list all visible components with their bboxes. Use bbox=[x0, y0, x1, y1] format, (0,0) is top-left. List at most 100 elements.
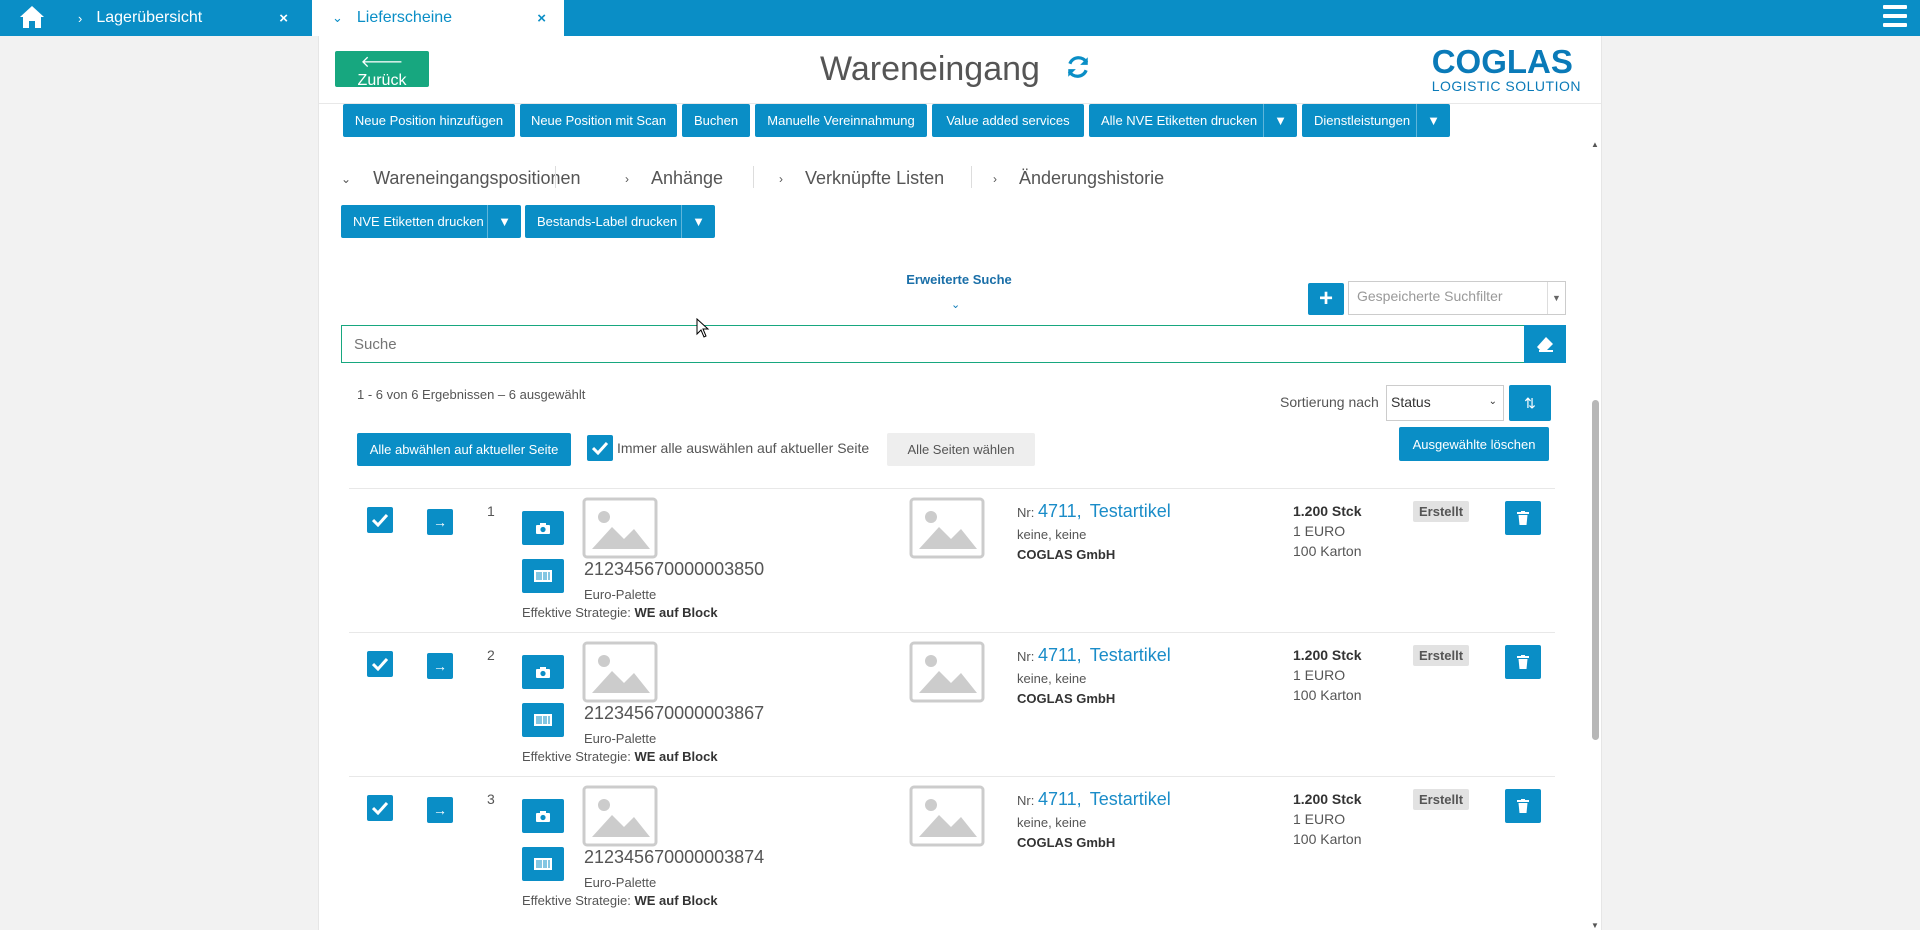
always-select-label: Immer alle auswählen auf aktueller Seite bbox=[617, 440, 870, 456]
scroll-up-icon[interactable]: ▲ bbox=[1591, 140, 1599, 149]
list-item: → 2 212345670000003867 Euro-Palette Effe… bbox=[349, 632, 1555, 776]
barcode-icon[interactable] bbox=[522, 703, 564, 737]
nve-number: 212345670000003850 bbox=[584, 559, 765, 579]
company-name: COGLAS GmbH bbox=[1017, 835, 1116, 850]
arrow-right-icon[interactable]: → bbox=[427, 509, 453, 535]
advanced-search-toggle[interactable]: Erweiterte Suche bbox=[759, 272, 1159, 287]
services-button[interactable]: Dienstleistungen ▼ bbox=[1302, 104, 1450, 137]
print-nve-labels-button[interactable]: NVE Etiketten drucken ▼ bbox=[341, 205, 521, 238]
row-checkbox[interactable] bbox=[367, 795, 393, 821]
strategy: Effektive Strategie: WE auf Block bbox=[522, 749, 718, 764]
print-all-nve-button[interactable]: Alle NVE Etiketten drucken ▼ bbox=[1089, 104, 1297, 137]
saved-filter-select[interactable]: Gespeicherte Suchfilter ▼ bbox=[1348, 281, 1566, 315]
status-badge: Erstellt bbox=[1413, 501, 1470, 522]
row-checkbox[interactable] bbox=[367, 651, 393, 677]
camera-icon[interactable] bbox=[522, 655, 564, 689]
trash-icon[interactable] bbox=[1505, 501, 1541, 535]
tab-label: Lieferscheine bbox=[356, 9, 453, 26]
print-stock-label-button[interactable]: Bestands-Label drucken ▼ bbox=[525, 205, 715, 238]
deselect-all-button[interactable]: Alle abwählen auf aktueller Seite bbox=[357, 433, 571, 466]
always-select-checkbox[interactable] bbox=[587, 435, 613, 461]
tab-verknuepfte-listen[interactable]: › Verknüpfte Listen bbox=[779, 168, 944, 189]
company-logo: COGLAS LOGISTIC SOLUTION bbox=[1431, 43, 1581, 94]
quantity-info: 1.200 Stck 1 EURO 100 Karton bbox=[1293, 647, 1362, 703]
row-checkbox[interactable] bbox=[367, 507, 393, 533]
caret-down-icon: ▼ bbox=[1547, 282, 1565, 314]
trash-icon[interactable] bbox=[1505, 789, 1541, 823]
search-input[interactable] bbox=[341, 325, 1525, 363]
scroll-down-icon[interactable]: ▼ bbox=[1591, 921, 1599, 930]
arrow-right-icon[interactable]: → bbox=[427, 797, 453, 823]
tab-lieferscheine[interactable]: ⌄ Lieferscheine × bbox=[312, 0, 564, 36]
camera-icon[interactable] bbox=[522, 799, 564, 833]
article-description: keine, keine bbox=[1017, 815, 1087, 830]
image-placeholder-icon[interactable] bbox=[582, 641, 658, 708]
chevron-down-icon[interactable]: ⌄ bbox=[951, 298, 960, 311]
chevron-right-icon: › bbox=[779, 171, 783, 186]
company-name: COGLAS GmbH bbox=[1017, 691, 1116, 706]
pallet-type: Euro-Palette bbox=[584, 875, 657, 890]
status-badge: Erstellt bbox=[1413, 645, 1470, 666]
list-item: → 3 212345670000003874 Euro-Palette Effe… bbox=[349, 776, 1555, 920]
image-placeholder-icon[interactable] bbox=[582, 497, 658, 564]
sort-direction-icon[interactable]: ⇅ bbox=[1509, 385, 1551, 421]
delete-selected-button[interactable]: Ausgewählte löschen bbox=[1399, 427, 1549, 461]
barcode-icon[interactable] bbox=[522, 559, 564, 593]
arrow-right-icon[interactable]: → bbox=[427, 653, 453, 679]
strategy: Effektive Strategie: WE auf Block bbox=[522, 893, 718, 908]
results-summary: 1 - 6 von 6 Ergebnissen – 6 ausgewählt bbox=[357, 387, 586, 402]
barcode-icon[interactable] bbox=[522, 847, 564, 881]
tab-anhaenge[interactable]: › Anhänge bbox=[625, 168, 723, 189]
image-placeholder-icon[interactable] bbox=[909, 785, 985, 852]
sort-select[interactable]: Status ⌄ bbox=[1386, 385, 1504, 421]
divider bbox=[971, 166, 972, 188]
home-icon[interactable] bbox=[14, 2, 50, 32]
divider bbox=[753, 166, 754, 188]
tab-wareneingangspositionen[interactable]: ⌄ Wareneingangspositionen bbox=[341, 168, 581, 189]
chevron-right-icon: › bbox=[993, 171, 997, 186]
camera-icon[interactable] bbox=[522, 511, 564, 545]
page-header: 🡐 Zurück Wareneingang COGLAS LOGISTIC SO… bbox=[319, 36, 1601, 104]
quantity-info: 1.200 Stck 1 EURO 100 Karton bbox=[1293, 791, 1362, 847]
positions-list: → 1 212345670000003850 Euro-Palette Effe… bbox=[349, 488, 1555, 920]
tab-aenderungshistorie[interactable]: › Änderungshistorie bbox=[993, 168, 1164, 189]
book-button[interactable]: Buchen bbox=[682, 104, 750, 137]
add-filter-button[interactable]: + bbox=[1308, 283, 1344, 315]
tab-lageruebersicht[interactable]: › Lagerübersicht × bbox=[56, 0, 306, 36]
list-item: → 1 212345670000003850 Euro-Palette Effe… bbox=[349, 488, 1555, 632]
company-name: COGLAS GmbH bbox=[1017, 547, 1116, 562]
close-icon[interactable]: × bbox=[537, 10, 546, 27]
caret-down-icon[interactable]: ▼ bbox=[487, 205, 521, 238]
pallet-type: Euro-Palette bbox=[584, 731, 657, 746]
scrollbar-thumb[interactable] bbox=[1592, 400, 1599, 740]
manual-receipt-button[interactable]: Manuelle Vereinnahmung bbox=[755, 104, 927, 137]
image-placeholder-icon[interactable] bbox=[909, 641, 985, 708]
chevron-down-icon: ⌄ bbox=[332, 10, 343, 25]
value-added-services-button[interactable]: Value added services bbox=[932, 104, 1084, 137]
image-placeholder-icon[interactable] bbox=[582, 785, 658, 852]
trash-icon[interactable] bbox=[1505, 645, 1541, 679]
page-title: Wareneingang bbox=[820, 50, 1040, 88]
caret-down-icon[interactable]: ▼ bbox=[1416, 104, 1450, 137]
eraser-icon[interactable] bbox=[1524, 325, 1566, 363]
row-index: 3 bbox=[487, 791, 495, 807]
refresh-icon[interactable] bbox=[1065, 54, 1095, 84]
select-all-pages-button[interactable]: Alle Seiten wählen bbox=[887, 433, 1035, 466]
row-index: 1 bbox=[487, 503, 495, 519]
chevron-right-icon: › bbox=[78, 10, 83, 26]
image-placeholder-icon[interactable] bbox=[909, 497, 985, 564]
chevron-down-icon: ⌄ bbox=[1488, 396, 1497, 407]
main-panel: 🡐 Zurück Wareneingang COGLAS LOGISTIC SO… bbox=[318, 36, 1602, 930]
strategy: Effektive Strategie: WE auf Block bbox=[522, 605, 718, 620]
caret-down-icon[interactable]: ▼ bbox=[681, 205, 715, 238]
sort-label: Sortierung nach bbox=[1280, 394, 1379, 410]
add-position-button[interactable]: Neue Position hinzufügen bbox=[343, 104, 515, 137]
article-description: keine, keine bbox=[1017, 671, 1087, 686]
add-position-scan-button[interactable]: Neue Position mit Scan bbox=[520, 104, 677, 137]
nve-number: 212345670000003867 bbox=[584, 703, 765, 723]
caret-down-icon[interactable]: ▼ bbox=[1263, 104, 1297, 137]
hamburger-menu-icon[interactable] bbox=[1880, 2, 1910, 32]
scrollbar[interactable]: ▲ ▼ bbox=[1590, 98, 1600, 930]
close-icon[interactable]: × bbox=[279, 10, 288, 27]
status-badge: Erstellt bbox=[1413, 789, 1470, 810]
